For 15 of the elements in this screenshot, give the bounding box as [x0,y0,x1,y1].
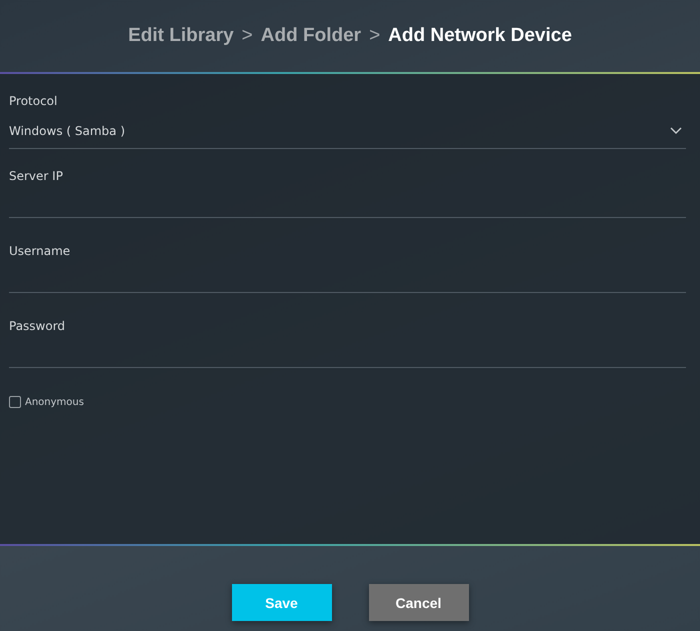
breadcrumb-separator: > [242,25,253,47]
checkbox[interactable] [9,396,21,408]
breadcrumb-link[interactable]: Edit Library [128,25,234,47]
field-label: Username [9,244,72,258]
chevron-down-icon [670,127,682,135]
breadcrumb-link[interactable]: Add Folder [260,25,362,47]
field-label: Server IP [9,169,64,183]
page-title: Add Network Device [388,25,572,47]
selected-value: Windows ( Samba ) [9,124,126,138]
cancel-button[interactable]: Cancel [368,584,468,621]
field-label: Password [9,319,66,333]
field-label: Protocol [9,94,58,108]
breadcrumb-separator: > [369,25,380,47]
checkbox-label: Anonymous [25,396,84,408]
protocol-dropdown[interactable]: Protocol Windows ( Samba ) [9,92,686,149]
